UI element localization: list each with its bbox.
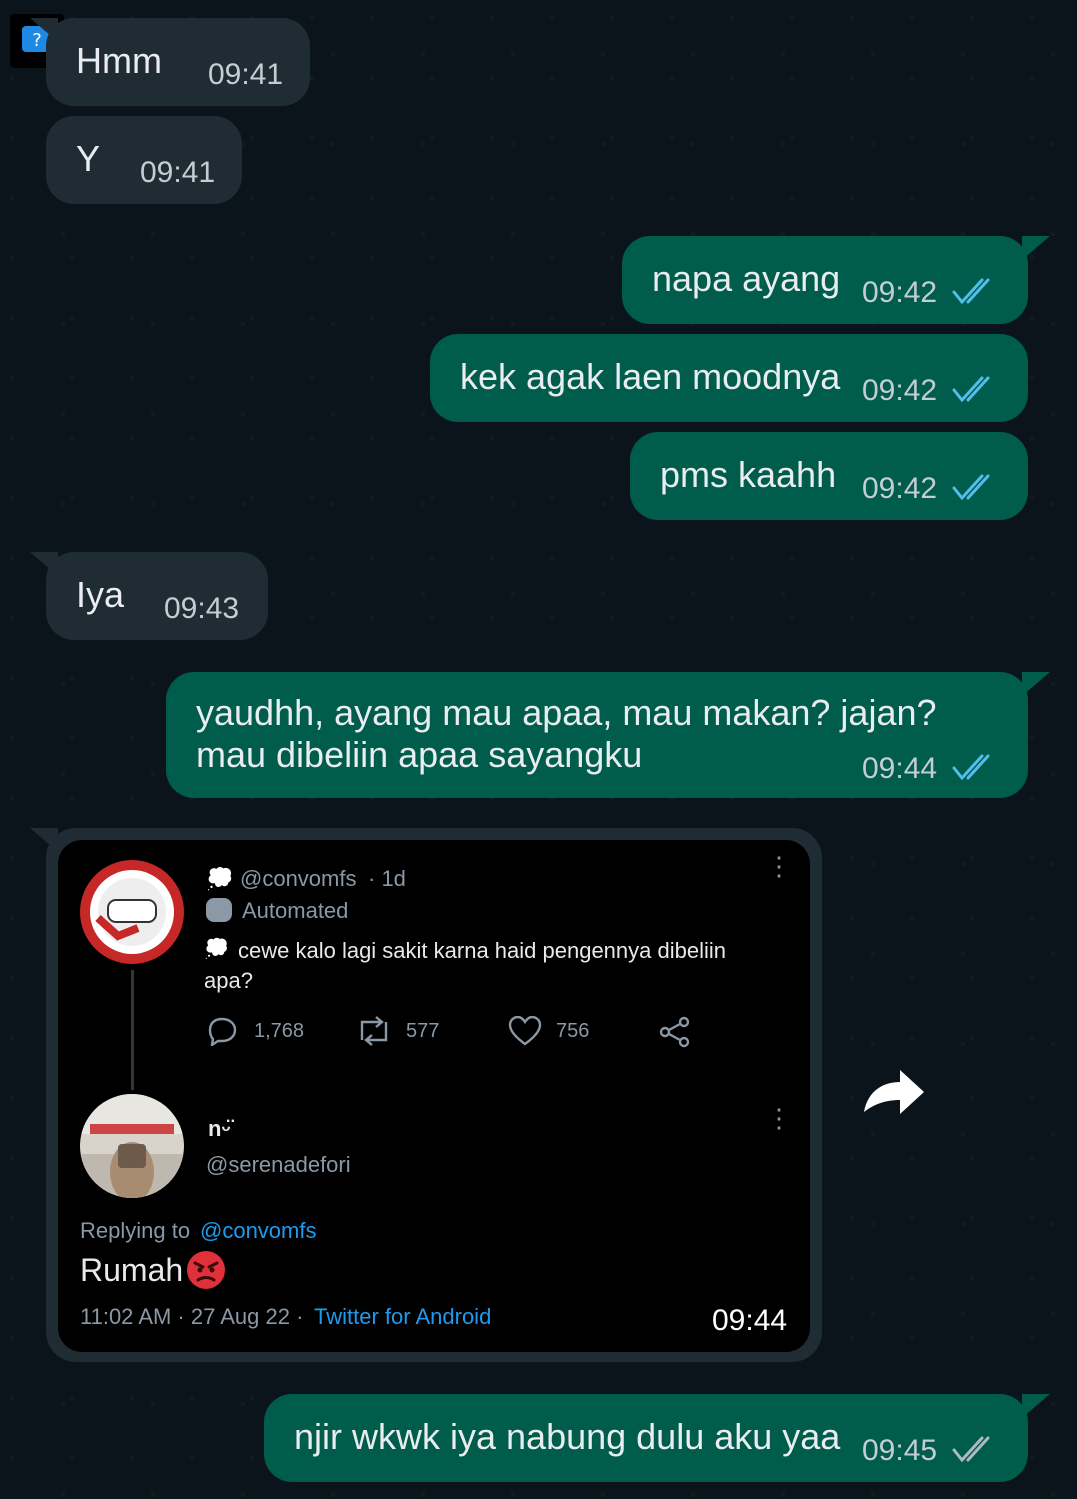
- forward-button[interactable]: [858, 1062, 930, 1122]
- retweet-icon[interactable]: [356, 1016, 392, 1046]
- message-time: 09:42: [862, 472, 938, 505]
- bubble-tail: [1022, 672, 1050, 696]
- like-icon[interactable]: [508, 1016, 542, 1046]
- bubble-emoji-icon: 💭: [204, 938, 229, 960]
- reply-text: Rumah: [80, 1252, 184, 1288]
- share-icon[interactable]: [658, 1016, 692, 1048]
- serenadefori-avatar: [80, 1094, 184, 1198]
- more-options-icon[interactable]: ⋮: [766, 853, 792, 879]
- message-time: 09:45: [862, 1434, 938, 1467]
- convomfs-avatar: [80, 860, 184, 964]
- message-text: Iya: [76, 574, 125, 615]
- bubble-tail: [1022, 1394, 1050, 1418]
- tweet-screenshot[interactable]: 💭 @convomfs · 1d ⋮ Automated 💭 cewe kalo…: [58, 840, 810, 1352]
- op-tweet-text-line1: cewe kalo lagi sakit karna haid pengenny…: [238, 938, 726, 963]
- op-tweet-text-line2: apa?: [204, 968, 253, 993]
- replying-to-handle[interactable]: @convomfs: [200, 1218, 316, 1244]
- message-time: 09:42: [862, 374, 938, 407]
- outgoing-message[interactable]: njir wkwk iya nabung dulu aku yaa 09:45: [264, 1394, 1028, 1482]
- tweet-timestamp: 11:02 AM · 27 Aug 22 ·: [80, 1304, 304, 1329]
- reply-author-handle[interactable]: @serenadefori: [206, 1152, 351, 1178]
- message-time: 09:43: [164, 592, 240, 625]
- delivered-ticks-icon: [952, 1436, 990, 1463]
- message-time: 09:44: [712, 1304, 788, 1337]
- reply-author-name: nᵕ̈: [208, 1116, 231, 1141]
- message-time: 09:41: [140, 156, 216, 189]
- retweet-count: 577: [406, 1020, 440, 1042]
- bubble-emoji-icon: 💭: [206, 866, 234, 891]
- incoming-message[interactable]: Y 09:41: [46, 116, 242, 204]
- outgoing-message[interactable]: pms kaahh 09:42: [630, 432, 1028, 520]
- outgoing-message[interactable]: napa ayang 09:42: [622, 236, 1028, 324]
- message-text: napa ayang: [652, 258, 841, 299]
- message-text: Y: [76, 138, 101, 179]
- bubble-tail: [1022, 236, 1050, 260]
- forward-icon: [864, 1070, 924, 1114]
- message-text-line1: yaudhh, ayang mau apaa, mau makan? jajan…: [196, 692, 937, 733]
- angry-face-emoji: [187, 1251, 225, 1289]
- reply-icon[interactable]: [206, 1016, 238, 1046]
- like-count: 756: [556, 1020, 590, 1042]
- message-time: 09:44: [862, 752, 938, 785]
- read-ticks-icon: [952, 754, 990, 781]
- bubble-tail: [30, 552, 58, 576]
- message-text: kek agak laen moodnya: [460, 356, 841, 397]
- op-age: · 1d: [368, 866, 406, 891]
- op-handle[interactable]: @convomfs: [240, 866, 356, 892]
- incoming-message[interactable]: Iya 09:43: [46, 552, 268, 640]
- message-text: Hmm: [76, 40, 162, 81]
- reply-count: 1,768: [254, 1020, 305, 1042]
- read-ticks-icon: [952, 278, 990, 305]
- message-text: pms kaahh: [660, 454, 837, 495]
- automated-label: Automated: [242, 898, 349, 923]
- replying-to-label: Replying to: [80, 1218, 191, 1243]
- tweet-source[interactable]: Twitter for Android: [314, 1304, 491, 1330]
- bubble-tail: [30, 18, 58, 42]
- message-text-line2: mau dibeliin apaa sayangku: [196, 734, 643, 775]
- outgoing-message[interactable]: kek agak laen moodnya 09:42: [430, 334, 1028, 422]
- message-text: njir wkwk iya nabung dulu aku yaa: [294, 1416, 841, 1457]
- read-ticks-icon: [952, 376, 990, 403]
- message-time: 09:42: [862, 276, 938, 309]
- thread-line: [131, 970, 134, 1090]
- bubble-tail: [30, 828, 58, 852]
- read-ticks-icon: [952, 474, 990, 501]
- robot-icon: [206, 898, 232, 922]
- more-options-icon[interactable]: ⋮: [766, 1105, 792, 1131]
- message-time: 09:41: [208, 58, 284, 91]
- outgoing-message[interactable]: yaudhh, ayang mau apaa, mau makan? jajan…: [166, 672, 1028, 798]
- incoming-message[interactable]: Hmm 09:41: [46, 18, 310, 106]
